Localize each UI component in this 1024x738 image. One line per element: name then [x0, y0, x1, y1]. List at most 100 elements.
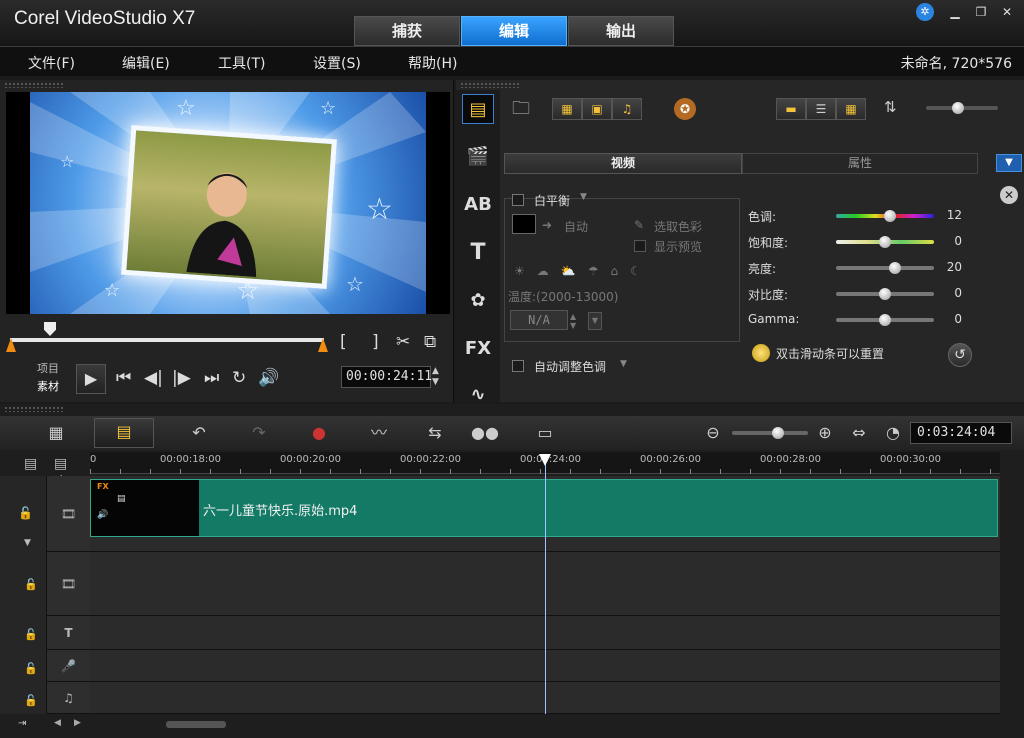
adjust-slider-knob[interactable] — [879, 236, 891, 248]
undo-icon[interactable]: ↶ — [184, 420, 214, 446]
menu-help[interactable]: 帮助(H) — [408, 53, 457, 73]
split-clip-icon[interactable]: ✂ — [396, 332, 410, 352]
scrubber-track[interactable] — [10, 338, 324, 342]
close-options-icon[interactable]: ✕ — [1000, 186, 1018, 204]
chevron-down-icon[interactable]: ▼ — [580, 192, 587, 202]
record-capture-icon[interactable]: ● — [304, 420, 334, 446]
tab-attributes[interactable]: 属性 — [742, 153, 978, 174]
temperature-input[interactable]: N/A — [510, 310, 568, 330]
menu-edit[interactable]: 编辑(E) — [122, 53, 170, 73]
tab-share[interactable]: 输出 — [568, 16, 674, 46]
filter-icon[interactable]: FX — [462, 334, 494, 364]
lock-track-icon[interactable]: 🔓 — [24, 694, 38, 707]
view-thumbnail-icon[interactable]: ▬ — [776, 98, 806, 120]
adjust-slider-knob[interactable] — [879, 288, 891, 300]
mode-project[interactable]: 项目 — [37, 360, 59, 376]
timecode-stepper-icon[interactable]: ▲ ▼ — [432, 366, 439, 388]
scroll-left-icon[interactable]: ◀ — [54, 718, 61, 728]
timeline-view-icon[interactable]: ▤ — [94, 418, 154, 448]
fit-project-icon[interactable]: ⇔ — [844, 420, 874, 446]
transition-icon[interactable]: AB — [462, 190, 494, 220]
scroll-to-start-icon[interactable]: ⇥ — [18, 718, 26, 729]
subtitle-editor-icon[interactable]: ▭ — [530, 420, 560, 446]
title-track-header[interactable]: T — [46, 616, 90, 650]
play-button[interactable]: ▶ — [76, 364, 106, 394]
zoom-slider[interactable] — [732, 431, 808, 435]
storyboard-view-icon[interactable]: ▦ — [40, 420, 72, 446]
motion-tracking-icon[interactable]: ●● — [470, 420, 500, 446]
title-icon[interactable]: T — [462, 238, 494, 268]
preview-screen[interactable]: ☆ ☆ ☆ ☆ ☆ ☆ ☆ — [6, 92, 450, 314]
adjust-slider-knob[interactable] — [883, 210, 896, 222]
lock-track-icon[interactable]: 🔓 — [18, 506, 33, 520]
panel-grip[interactable] — [4, 82, 64, 88]
scroll-right-icon[interactable]: ▶ — [74, 718, 81, 728]
graphic-icon[interactable]: ✿ — [462, 286, 494, 316]
zoom-in-icon[interactable]: ⊕ — [810, 420, 840, 446]
volume-icon[interactable]: 🔊 — [258, 368, 279, 388]
adjust-slider[interactable] — [836, 266, 934, 270]
reset-icon[interactable]: ↺ — [948, 343, 972, 367]
show-videos-icon[interactable]: ▦ — [552, 98, 582, 120]
show-photos-icon[interactable]: ▣ — [582, 98, 612, 120]
globe-icon[interactable]: ✲ — [916, 3, 934, 21]
auto-tone-checkbox[interactable] — [512, 360, 524, 372]
tab-video[interactable]: 视频 — [504, 153, 742, 174]
previous-frame-icon[interactable]: ◀| — [144, 368, 163, 388]
lock-track-icon[interactable]: 🔓 — [24, 662, 38, 675]
light-preset-icons[interactable]: ☀☁⛅☂⌂☾ — [514, 264, 653, 278]
temperature-stepper-icon[interactable]: ▲ ▼ — [570, 312, 576, 330]
view-grid-icon[interactable]: ▦ — [836, 98, 866, 120]
folder-icon[interactable]: 🗀 — [512, 96, 530, 126]
voice-track-header[interactable]: 🎤 — [46, 650, 90, 682]
mode-clip[interactable]: 素材 — [37, 378, 59, 394]
panel-grip[interactable] — [4, 406, 64, 412]
zoom-out-icon[interactable]: ⊖ — [698, 420, 728, 446]
view-list-icon[interactable]: ☰ — [806, 98, 836, 120]
instant-project-icon[interactable]: 🎬 — [462, 142, 494, 172]
minimize-icon[interactable]: ▁ — [946, 4, 964, 20]
music-track-header[interactable]: ♫ — [46, 682, 90, 714]
adjust-slider-knob[interactable] — [888, 262, 901, 274]
tab-edit[interactable]: 编辑 — [461, 16, 567, 46]
timeline-scrollbar[interactable] — [166, 721, 226, 728]
thumbnail-size-knob[interactable] — [952, 102, 964, 114]
show-audio-icon[interactable]: ♫ — [612, 98, 642, 120]
enlarge-preview-icon[interactable]: ⧉ — [424, 332, 436, 352]
reel-icon[interactable]: ✪ — [674, 98, 696, 120]
menu-file[interactable]: 文件(F) — [28, 53, 75, 73]
playhead-line[interactable] — [545, 456, 546, 714]
track-manager-icon[interactable]: ▤ — [24, 456, 37, 472]
mark-out-button[interactable]: ] — [372, 332, 379, 352]
eyedropper-icon[interactable]: ✎ — [634, 218, 644, 232]
collapse-options-icon[interactable]: ▼ — [996, 154, 1022, 172]
preview-timecode[interactable]: 00:00:24:11 — [341, 366, 432, 388]
end-icon[interactable]: ⏭ — [204, 368, 219, 388]
lock-track-icon[interactable]: 🔓 — [24, 628, 38, 641]
chapter-point-icon[interactable]: ▤ — [54, 456, 67, 472]
scrubber-handle[interactable] — [44, 322, 56, 336]
tab-capture[interactable]: 捕获 — [354, 16, 460, 46]
panel-grip[interactable] — [460, 82, 520, 88]
next-frame-icon[interactable]: |▶ — [172, 368, 191, 388]
chevron-down-icon[interactable]: ▼ — [24, 538, 31, 548]
zoom-knob[interactable] — [772, 427, 784, 439]
mark-in-button[interactable]: [ — [340, 332, 347, 352]
redo-icon[interactable]: ↷ — [244, 420, 274, 446]
adjust-slider-knob[interactable] — [879, 314, 891, 326]
show-preview-checkbox[interactable] — [634, 240, 646, 252]
video-clip[interactable]: FX ▤ 🔊 六一儿童节快乐.原始.mp4 — [90, 479, 998, 537]
menu-tools[interactable]: 工具(T) — [218, 53, 265, 73]
repeat-icon[interactable]: ↻ — [232, 368, 246, 388]
restore-icon[interactable]: ❐ — [972, 4, 990, 20]
sound-mixer-icon[interactable]: 〰 — [364, 420, 394, 446]
white-balance-checkbox[interactable] — [512, 194, 524, 206]
close-icon[interactable]: ✕ — [998, 4, 1016, 20]
pick-color-button[interactable]: 选取色彩 — [654, 218, 702, 235]
sort-icon[interactable]: ⇅ — [884, 98, 897, 116]
home-icon[interactable]: ⏮ — [116, 368, 131, 388]
temperature-dropdown-icon[interactable]: ▼ — [588, 312, 602, 330]
color-swatch[interactable] — [512, 214, 536, 234]
clock-icon[interactable]: ◔ — [878, 420, 908, 446]
chevron-down-icon[interactable]: ▼ — [620, 359, 627, 369]
